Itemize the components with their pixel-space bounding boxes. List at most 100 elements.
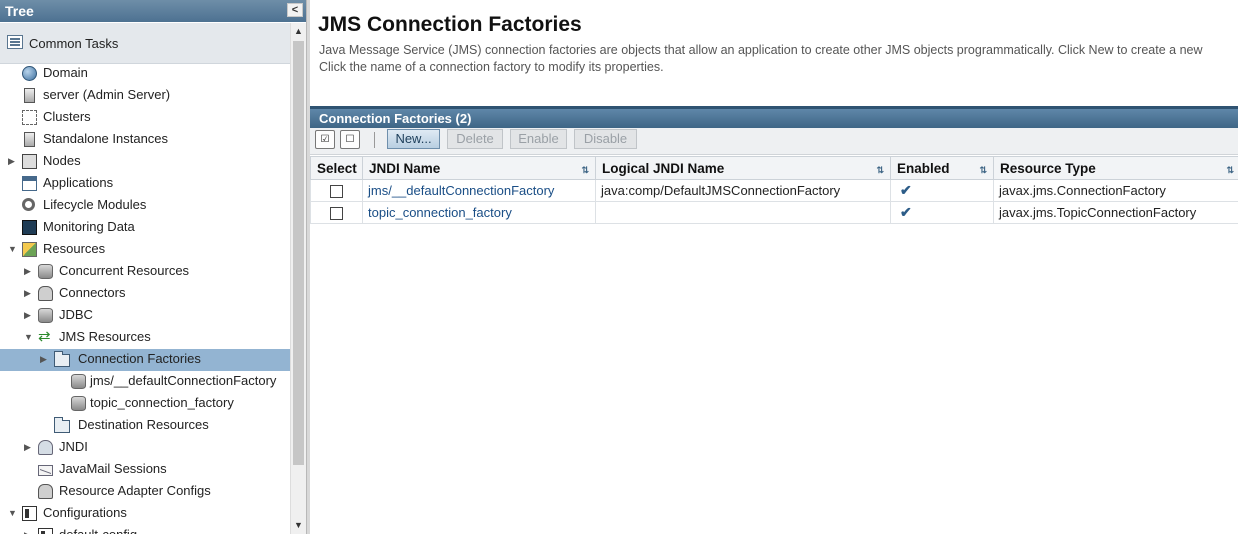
tree-item-jndi[interactable]: ▶ JNDI xyxy=(0,437,290,459)
tree-item-configurations[interactable]: ▼ Configurations xyxy=(0,503,290,525)
tree-item-label: jms/__defaultConnectionFactory xyxy=(90,373,277,388)
configurations-icon xyxy=(22,506,37,521)
logical-jndi-name-cell xyxy=(595,201,891,224)
table-toolbar: ☑ ☐ New... Delete Enable Disable xyxy=(310,128,1238,155)
sort-icon[interactable]: ⇅ xyxy=(1226,165,1234,176)
tree-item-label: Connectors xyxy=(59,285,126,300)
tree-item-topic-connection-factory[interactable]: topic_connection_factory xyxy=(0,393,290,415)
scrollbar-thumb[interactable] xyxy=(293,41,304,465)
common-tasks-icon xyxy=(7,35,23,49)
deselect-all-icon[interactable]: ☐ xyxy=(340,130,360,149)
tree-item-connectors[interactable]: ▶ Connectors xyxy=(0,283,290,305)
resources-icon xyxy=(22,242,37,257)
tree-item-concurrent-resources[interactable]: ▶ Concurrent Resources xyxy=(0,261,290,283)
tree-item-resources[interactable]: ▼ Resources xyxy=(0,239,290,261)
expand-arrow-icon[interactable]: ▶ xyxy=(24,525,34,534)
tree-item-label: Resources xyxy=(43,241,106,256)
tree-item-label: Concurrent Resources xyxy=(59,263,190,278)
tree-item-applications[interactable]: Applications xyxy=(0,173,290,195)
table-title-bar: Connection Factories (2) xyxy=(310,106,1238,128)
tree-item-label: JDBC xyxy=(59,307,93,322)
table-row: topic_connection_factory ✔ javax.jms.Top… xyxy=(310,201,1238,224)
database-icon xyxy=(71,374,86,389)
tree-item-clusters[interactable]: Clusters xyxy=(0,107,290,129)
tree-item-resource-adapter-configs[interactable]: Resource Adapter Configs xyxy=(0,481,290,503)
tree-item-destination-resources[interactable]: Destination Resources xyxy=(0,415,290,437)
column-header-logical-jndi-name[interactable]: Logical JNDI Name ⇅ xyxy=(595,156,891,180)
new-button[interactable]: New... xyxy=(387,129,440,149)
select-all-icon[interactable]: ☑ xyxy=(315,130,335,149)
server-icon xyxy=(24,132,35,147)
tree-item-label: Lifecycle Modules xyxy=(43,197,147,212)
expand-arrow-icon[interactable]: ▶ xyxy=(24,437,34,457)
tree-item-label: Connection Factories xyxy=(78,351,201,366)
tree-item-jms-resources[interactable]: ▼ JMS Resources xyxy=(0,327,290,349)
expand-arrow-icon[interactable]: ▶ xyxy=(24,283,34,303)
tree-item-label: Configurations xyxy=(43,505,127,520)
monitoring-icon xyxy=(22,220,37,235)
tree-scrollbar[interactable]: ▲ ▼ xyxy=(290,23,306,534)
clusters-icon xyxy=(22,110,37,125)
tree-item-monitoring-data[interactable]: Monitoring Data xyxy=(0,217,290,239)
applications-icon xyxy=(22,176,37,191)
expand-arrow-icon[interactable]: ▶ xyxy=(24,261,34,281)
mail-icon xyxy=(38,465,53,476)
enable-button[interactable]: Enable xyxy=(510,129,567,149)
column-header-jndi-name[interactable]: JNDI Name ⇅ xyxy=(362,156,596,180)
tree-item-label: topic_connection_factory xyxy=(90,395,234,410)
common-tasks-link[interactable]: Common Tasks xyxy=(0,23,290,64)
tree-item-label: Domain xyxy=(43,65,88,80)
scroll-up-arrow-icon[interactable]: ▲ xyxy=(291,23,306,40)
tree-item-label: JNDI xyxy=(59,439,88,454)
tree-item-default-connection-factory[interactable]: jms/__defaultConnectionFactory xyxy=(0,371,290,393)
row-select-checkbox[interactable] xyxy=(330,185,343,199)
tree-item-default-config[interactable]: ▶ default-config xyxy=(0,525,290,534)
folder-icon xyxy=(54,417,70,433)
expand-arrow-icon[interactable]: ▶ xyxy=(40,349,50,369)
tree-item-domain[interactable]: Domain xyxy=(0,63,290,85)
enabled-check-icon: ✔ xyxy=(900,204,912,220)
collapse-arrow-icon[interactable]: ▼ xyxy=(8,503,18,523)
enabled-check-icon: ✔ xyxy=(900,182,912,198)
tree-item-connection-factories[interactable]: ▶ Connection Factories xyxy=(0,349,290,371)
column-header-label: Enabled xyxy=(897,160,950,176)
tree-item-label: JMS Resources xyxy=(59,329,151,344)
expand-arrow-icon[interactable]: ▶ xyxy=(8,151,18,171)
jndi-name-link[interactable]: topic_connection_factory xyxy=(368,205,512,220)
column-header-select: Select xyxy=(310,156,363,180)
sort-icon[interactable]: ⇅ xyxy=(581,165,589,176)
scroll-down-arrow-icon[interactable]: ▼ xyxy=(291,517,306,534)
tree-item-standalone-instances[interactable]: Standalone Instances xyxy=(0,129,290,151)
row-select-checkbox[interactable] xyxy=(330,207,343,221)
collapse-arrow-icon[interactable]: ▼ xyxy=(24,327,34,347)
tree-item-label: JavaMail Sessions xyxy=(59,461,167,476)
toolbar-divider xyxy=(374,132,375,148)
tree-item-jdbc[interactable]: ▶ JDBC xyxy=(0,305,290,327)
tree-item-nodes[interactable]: ▶ Nodes xyxy=(0,151,290,173)
tree-item-server[interactable]: server (Admin Server) xyxy=(0,85,290,107)
connector-icon xyxy=(38,484,53,499)
tree-item-javamail-sessions[interactable]: JavaMail Sessions xyxy=(0,459,290,481)
connection-factories-table: Select JNDI Name ⇅ Logical JNDI Name ⇅ Ena… xyxy=(310,156,1238,224)
delete-button[interactable]: Delete xyxy=(447,129,503,149)
column-header-label: JNDI Name xyxy=(369,160,441,176)
tree-list: Domain server (Admin Server) Clusters St… xyxy=(0,63,290,534)
disable-button[interactable]: Disable xyxy=(574,129,637,149)
collapse-tree-button[interactable]: < xyxy=(287,3,303,17)
sort-icon[interactable]: ⇅ xyxy=(979,165,987,176)
sort-icon[interactable]: ⇅ xyxy=(876,165,884,176)
server-icon xyxy=(24,88,35,103)
resource-type-cell: javax.jms.TopicConnectionFactory xyxy=(993,201,1238,224)
expand-arrow-icon[interactable]: ▶ xyxy=(24,305,34,325)
configuration-icon xyxy=(38,528,53,534)
column-header-enabled[interactable]: Enabled ⇅ xyxy=(890,156,994,180)
tree-item-label: server (Admin Server) xyxy=(43,87,171,102)
jms-icon xyxy=(38,327,53,347)
common-tasks-label: Common Tasks xyxy=(29,36,119,51)
column-header-resource-type[interactable]: Resource Type ⇅ xyxy=(993,156,1238,180)
tree-item-lifecycle-modules[interactable]: Lifecycle Modules xyxy=(0,195,290,217)
folder-icon xyxy=(54,351,70,367)
jndi-name-link[interactable]: jms/__defaultConnectionFactory xyxy=(368,183,554,198)
collapse-arrow-icon[interactable]: ▼ xyxy=(8,239,18,259)
tree-item-label: Destination Resources xyxy=(78,417,209,432)
